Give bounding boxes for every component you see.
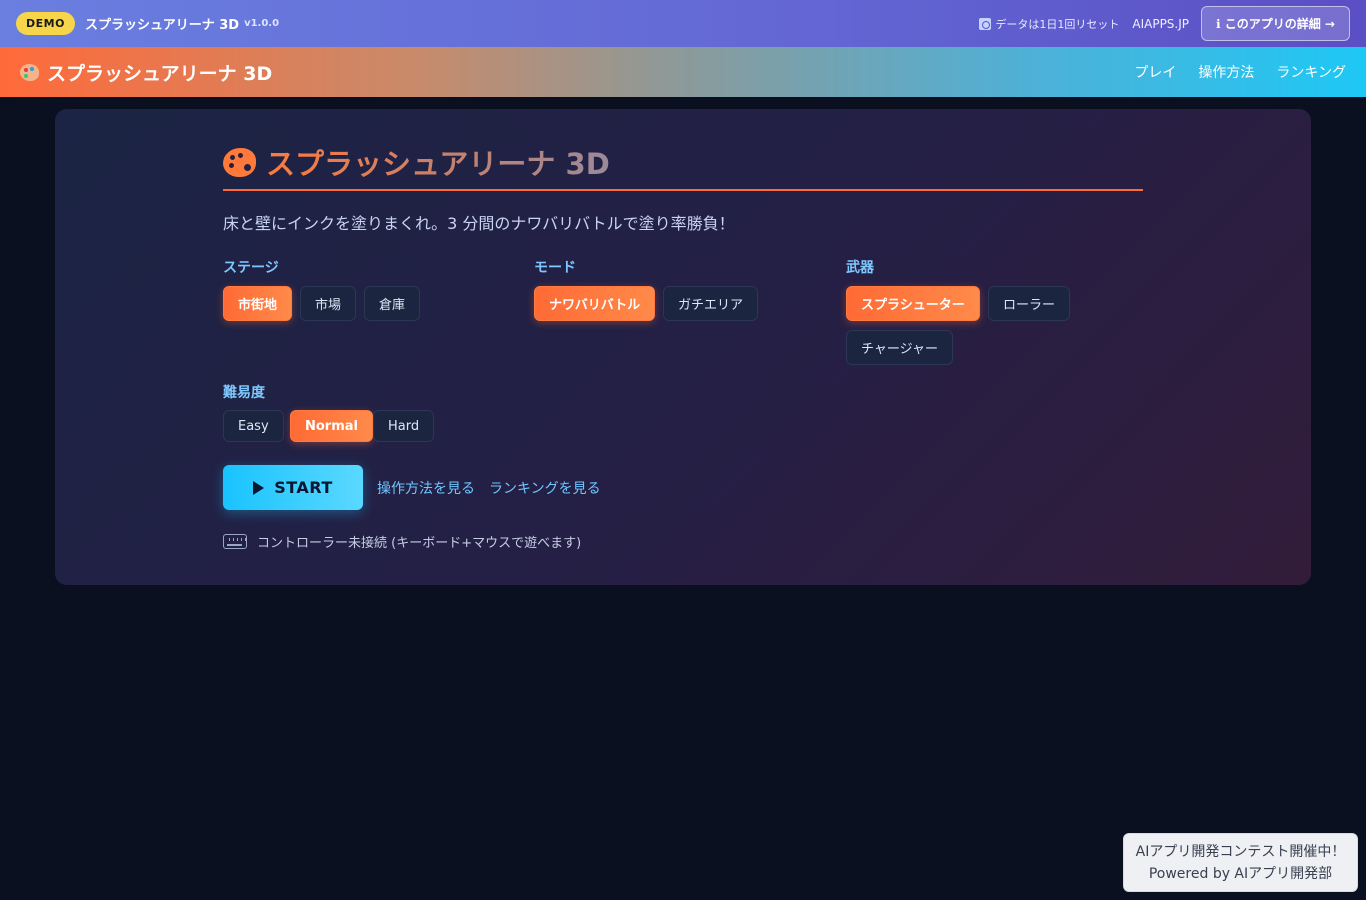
- nav-play[interactable]: プレイ: [1134, 62, 1176, 82]
- weapon-option-roller[interactable]: ローラー: [988, 286, 1071, 321]
- reset-note-text: データは1日1回リセット: [995, 17, 1120, 31]
- setup-card: スプラッシュアリーナ 3D 床と壁にインクを塗りまくれ。3 分間のナワバリバトル…: [55, 109, 1311, 585]
- game-description: 床と壁にインクを塗りまくれ。3 分間のナワバリバトルで塗り率勝負！: [223, 214, 735, 233]
- difficulty-option-hard[interactable]: Hard: [373, 410, 435, 442]
- stage-label: ステージ: [223, 260, 279, 276]
- version-label: v1.0.0: [244, 18, 280, 29]
- play-icon: [253, 480, 265, 495]
- weapon-label: 武器: [846, 260, 874, 276]
- palette-icon: [20, 63, 39, 81]
- site-link[interactable]: AIAPPS.JP: [1132, 17, 1189, 31]
- header-title[interactable]: スプラッシュアリーナ 3D: [20, 59, 272, 86]
- keyboard-icon: [223, 534, 247, 549]
- header-title-text: スプラッシュアリーナ 3D: [47, 62, 273, 85]
- app-detail-button[interactable]: ℹ このアプリの詳細 →: [1201, 6, 1350, 41]
- difficulty-label: 難易度: [223, 385, 265, 401]
- stage-option-warehouse[interactable]: 倉庫: [364, 286, 421, 321]
- demo-app-title: スプラッシュアリーナ 3D: [84, 18, 240, 33]
- stage-option-city[interactable]: 市街地: [223, 286, 293, 321]
- demo-bar-right: データは1日1回リセット AIAPPS.JP ℹ このアプリの詳細 →: [979, 6, 1350, 41]
- refresh-icon: [979, 17, 992, 30]
- weapon-option-charger[interactable]: チャージャー: [846, 330, 953, 365]
- mode-option-splat-zones[interactable]: ガチエリア: [663, 286, 759, 321]
- start-button[interactable]: START: [223, 465, 363, 510]
- demo-badge: DEMO: [16, 12, 75, 35]
- contest-line-1: AIアプリ開発コンテスト開催中！: [1135, 843, 1346, 860]
- weapon-option-shooter[interactable]: スプラシューター: [846, 286, 980, 321]
- contest-banner[interactable]: AIアプリ開発コンテスト開催中！ Powered by AIアプリ開発部: [1123, 833, 1358, 892]
- title-divider: [223, 189, 1143, 191]
- ranking-link[interactable]: ランキングを見る: [489, 478, 601, 498]
- start-button-label: START: [274, 478, 333, 497]
- controller-status: コントローラー未接続 (キーボード+マウスで遊べます): [223, 532, 581, 551]
- demo-bar: DEMO スプラッシュアリーナ 3D v1.0.0 データは1日1回リセット A…: [0, 0, 1366, 47]
- nav-ranking[interactable]: ランキング: [1276, 62, 1346, 82]
- nav-controls[interactable]: 操作方法: [1198, 62, 1254, 82]
- app-header: スプラッシュアリーナ 3D プレイ 操作方法 ランキング: [0, 47, 1366, 97]
- difficulty-option-easy[interactable]: Easy: [223, 410, 284, 442]
- difficulty-option-normal[interactable]: Normal: [290, 410, 373, 442]
- page-title-text: スプラッシュアリーナ 3D: [266, 141, 610, 183]
- palette-icon: [223, 147, 256, 177]
- contest-line-2: Powered by AIアプリ開発部: [1148, 865, 1333, 882]
- stage-option-market[interactable]: 市場: [300, 286, 357, 321]
- mode-option-turf-war[interactable]: ナワバリバトル: [534, 286, 656, 321]
- controller-status-text: コントローラー未接続 (キーボード+マウスで遊べます): [257, 536, 582, 551]
- header-nav: プレイ 操作方法 ランキング: [1134, 62, 1346, 82]
- page-title: スプラッシュアリーナ 3D: [223, 141, 610, 183]
- controls-link[interactable]: 操作方法を見る: [377, 478, 475, 498]
- mode-label: モード: [534, 260, 576, 276]
- reset-note: データは1日1回リセット: [979, 16, 1119, 32]
